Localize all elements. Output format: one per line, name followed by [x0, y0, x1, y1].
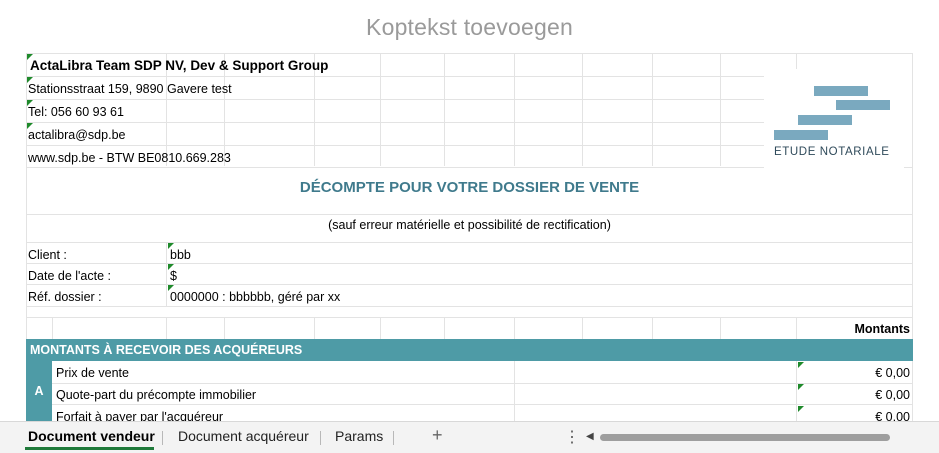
sheet-tab-bar: Document vendeur Document acquéreur Para…	[0, 421, 939, 453]
amounts-header[interactable]: Montants	[796, 321, 910, 337]
notary-logo: ETUDE NOTARIALE	[764, 69, 904, 169]
company-address[interactable]: Stationsstraat 159, 9890 Gavere test	[28, 81, 232, 97]
info-label-client[interactable]: Client :	[28, 247, 67, 263]
page-header[interactable]: Koptekst toevoegen	[0, 14, 939, 41]
triangle-left-icon[interactable]: ◀	[586, 431, 594, 442]
row-label-property-tax[interactable]: Quote-part du précompte immobilier	[56, 387, 256, 403]
company-tel[interactable]: Tel: 056 60 93 61	[28, 104, 124, 120]
info-label-date[interactable]: Date de l'acte :	[28, 268, 111, 284]
info-value-ref[interactable]: 0000000 : bbbbbb, géré par xx	[170, 289, 340, 305]
tab-separator	[162, 431, 163, 445]
row-amount-sale-price[interactable]: € 0,00	[796, 365, 910, 381]
tab-document-acquereur[interactable]: Document acquéreur	[178, 428, 309, 444]
plus-icon[interactable]: +	[432, 425, 443, 446]
document-title[interactable]: DÉCOMPTE POUR VOTRE DOSSIER DE VENTE	[26, 179, 913, 196]
row-label-sale-price[interactable]: Prix de vente	[56, 365, 129, 381]
tab-separator	[320, 431, 321, 445]
section-letter[interactable]: A	[26, 361, 52, 421]
row-label-buyer-fee[interactable]: Forfait à payer par l'acquéreur	[56, 409, 223, 421]
logo-text: ETUDE NOTARIALE	[774, 146, 890, 158]
company-name[interactable]: ActaLibra Team SDP NV, Dev & Support Gro…	[30, 58, 328, 74]
row-amount-property-tax[interactable]: € 0,00	[796, 387, 910, 403]
active-tab-indicator	[25, 447, 154, 450]
vertical-ellipsis-icon[interactable]: ⋮	[564, 427, 580, 447]
tab-params[interactable]: Params	[335, 428, 383, 444]
tab-separator	[393, 431, 394, 445]
horizontal-scrollbar[interactable]: ◀	[586, 431, 920, 443]
tab-document-vendeur[interactable]: Document vendeur	[28, 428, 155, 444]
spreadsheet[interactable]: ActaLibra Team SDP NV, Dev & Support Gro…	[26, 53, 913, 421]
info-value-client[interactable]: bbb	[170, 247, 191, 263]
info-label-ref[interactable]: Réf. dossier :	[28, 289, 102, 305]
company-email[interactable]: actalibra@sdp.be	[28, 127, 125, 143]
document-subtitle[interactable]: (sauf erreur matérielle et possibilité d…	[26, 218, 913, 232]
section-header[interactable]: MONTANTS À RECEVOIR DES ACQUÉREURS	[26, 339, 913, 361]
company-web[interactable]: www.sdp.be - BTW BE0810.669.283	[28, 150, 231, 166]
row-amount-buyer-fee[interactable]: € 0,00	[796, 409, 910, 421]
scrollbar-thumb[interactable]	[600, 434, 890, 441]
info-value-date[interactable]: $	[170, 268, 177, 284]
